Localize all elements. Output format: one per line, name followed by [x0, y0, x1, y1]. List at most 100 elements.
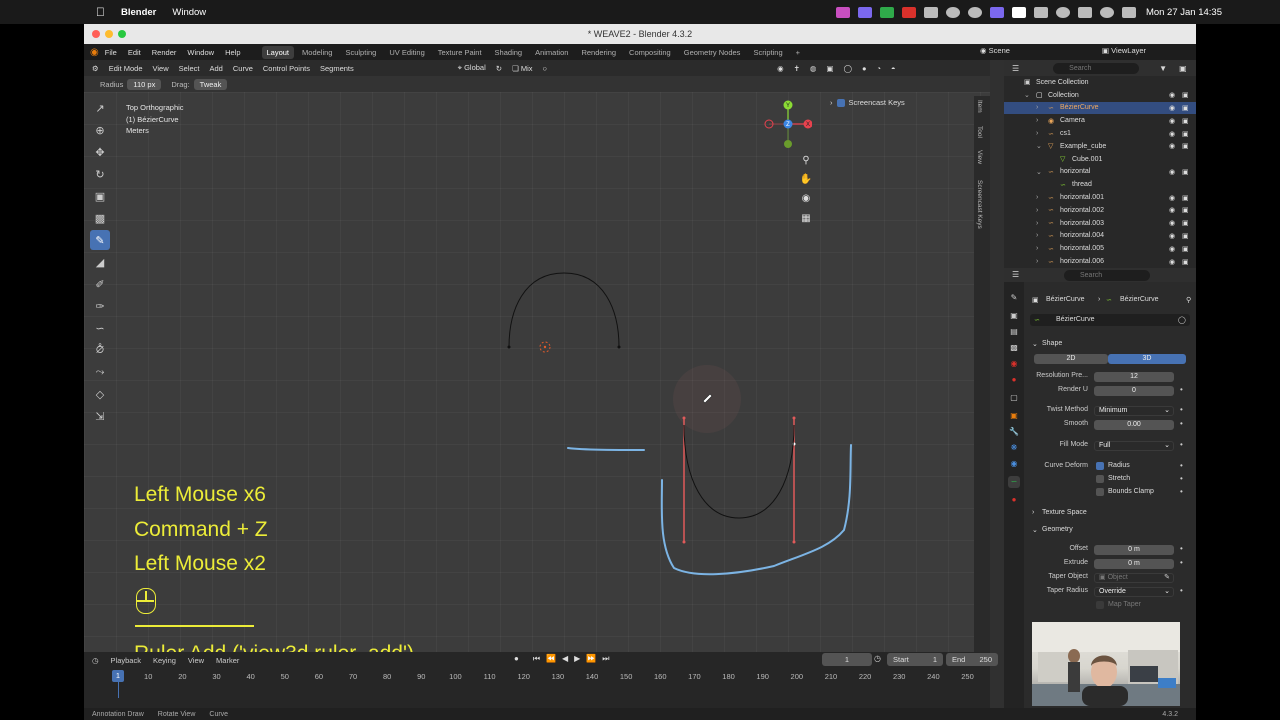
visibility-eye-icon[interactable]: ◉ [1169, 117, 1175, 125]
timeline-editor-type-icon[interactable]: ◷ [92, 656, 99, 665]
battery-icon[interactable] [1033, 6, 1048, 18]
ruler-endpoint[interactable] [682, 416, 686, 420]
editor-type-icon[interactable]: ⚙ [92, 64, 99, 73]
sidebar-tab-tool[interactable]: Tool [976, 126, 983, 138]
shading-wireframe-icon[interactable]: ◯ [844, 64, 852, 73]
current-frame-indicator[interactable]: 1 [112, 670, 124, 682]
bezier-curve-u[interactable] [683, 424, 795, 519]
jump-start-icon[interactable]: ⏮ [533, 654, 540, 664]
render-camera-icon[interactable]: ▣ [1182, 232, 1189, 240]
properties-editor-type-icon[interactable]: ☰ [1012, 270, 1019, 279]
status-app-icon[interactable] [901, 6, 916, 18]
visibility-eye-icon[interactable]: ◉ [1169, 91, 1175, 99]
zoom-window-button[interactable] [118, 30, 126, 38]
menu-render[interactable]: Render [152, 48, 177, 57]
workspace-tab-animation[interactable]: Animation [530, 46, 573, 59]
outliner-row[interactable]: › ∽ horizontal.003 ◉ ▣ [1004, 217, 1196, 230]
input-source-icon[interactable] [1011, 6, 1026, 18]
outliner-row[interactable]: › ∽ horizontal.004 ◉ ▣ [1004, 230, 1196, 243]
view-layer-tab-icon[interactable]: ▩ [1008, 342, 1020, 354]
scene-tab-icon[interactable]: ◉ [1008, 358, 1020, 370]
render-camera-icon[interactable]: ▣ [1182, 117, 1189, 125]
apple-icon[interactable]:  [96, 5, 105, 19]
visibility-eye-icon[interactable]: ◉ [1169, 219, 1175, 227]
overlay-toggle-icon[interactable]: ◍ [810, 64, 817, 73]
visibility-eye-icon[interactable]: ◉ [1169, 142, 1175, 150]
chevron-icon[interactable]: ⌄ [1036, 142, 1042, 150]
map-taper-checkbox[interactable] [1096, 601, 1104, 609]
stretch-checkbox[interactable] [1096, 475, 1104, 483]
ruler-endpoint[interactable] [792, 416, 796, 420]
bezier-curve-arch[interactable] [508, 272, 620, 348]
play-reverse-icon[interactable]: ◀ [562, 654, 568, 664]
shading-solid-icon[interactable]: ● [862, 64, 867, 73]
ruler-endpoint[interactable] [682, 540, 686, 544]
chevron-right-icon[interactable]: › [1032, 509, 1034, 516]
output-tab-icon[interactable]: ▤ [1008, 326, 1020, 338]
sidebar-tab-screencast-keys[interactable]: Screencast Keys [976, 180, 983, 229]
render-camera-icon[interactable]: ▣ [1182, 142, 1189, 150]
render-camera-icon[interactable]: ▣ [1182, 206, 1189, 214]
move-tool-icon[interactable]: ✥ [90, 142, 110, 162]
menu-keying[interactable]: Keying [153, 656, 176, 665]
close-window-button[interactable] [92, 30, 100, 38]
gizmo-neg-y-axis[interactable] [784, 140, 792, 148]
outliner-row[interactable]: › ∽ BézierCurve ◉ ▣ [1004, 101, 1196, 115]
menu-select[interactable]: Select [179, 64, 200, 73]
visibility-eye-icon[interactable]: ◉ [1169, 168, 1175, 176]
draw-tool-icon[interactable]: ✐ [90, 274, 110, 294]
annotate-tool-icon[interactable]: ✎ [90, 230, 110, 250]
curve-endpoint[interactable] [507, 345, 511, 349]
shape-panel-header[interactable]: Shape [1042, 340, 1062, 347]
curve-endpoint[interactable] [617, 345, 621, 349]
drag-selector[interactable]: Tweak [193, 78, 228, 90]
rotate-tool-icon[interactable]: ↻ [90, 164, 110, 184]
menu-app-name[interactable]: Blender [121, 7, 156, 18]
texture-space-panel-header[interactable]: Texture Space [1042, 509, 1087, 516]
workspace-tab-layout[interactable]: Layout [261, 45, 295, 59]
start-frame-field[interactable]: Start 1 [887, 653, 943, 666]
chevron-icon[interactable]: › [1036, 245, 1038, 252]
animate-property-icon[interactable]: • [1180, 405, 1183, 414]
render-camera-icon[interactable]: ▣ [1182, 194, 1189, 202]
workspace-tab-rendering[interactable]: Rendering [576, 46, 621, 59]
outliner-row[interactable]: ▣ Scene Collection [1004, 76, 1196, 89]
preview-range-icon[interactable]: ◷ [874, 654, 881, 663]
radius-tool-icon[interactable]: ⤳ [90, 362, 110, 382]
taper-object-field[interactable]: ▣ Object ✎ [1094, 573, 1174, 583]
status-app-icon[interactable] [989, 6, 1004, 18]
fake-user-icon[interactable]: ◯ [1178, 316, 1186, 324]
menu-file[interactable]: File [105, 48, 117, 57]
datablock-field[interactable]: ∽ BézierCurve ◯ [1030, 314, 1190, 326]
object-tab-icon[interactable]: ▣ [1008, 410, 1020, 422]
proportional-edit-icon[interactable]: ○ [543, 64, 548, 73]
tool-tab-icon[interactable]: ✎ [1008, 292, 1020, 304]
filter-icon[interactable]: ▼ [1159, 64, 1167, 73]
3d-viewport[interactable]: ⚙ Edit Mode View Select Add Curve Contro… [84, 60, 990, 652]
status-app-icon[interactable] [835, 6, 850, 18]
pen-tool-icon[interactable]: ✑ [90, 296, 110, 316]
outliner-row[interactable]: ∽ thread [1004, 178, 1196, 191]
outliner-row[interactable]: › ∽ cs1 ◉ ▣ [1004, 127, 1196, 140]
play-icon[interactable] [1055, 6, 1070, 18]
eyedropper-icon[interactable]: ✎ [1164, 574, 1170, 582]
outliner-row[interactable]: › ∽ horizontal.006 ◉ ▣ [1004, 255, 1196, 268]
annotation-stroke-u[interactable] [660, 444, 852, 576]
outliner[interactable]: ☰ Search ▼ ▣ ▣ Scene Collection ⌄ ▢ Collecti… [1004, 60, 1196, 268]
sidebar-tab-item[interactable]: Item [976, 100, 983, 113]
chevron-icon[interactable]: › [1036, 258, 1038, 265]
workspace-tab-uv-editing[interactable]: UV Editing [384, 46, 429, 59]
timeline-editor[interactable]: ◷ Playback Keying View Marker ● ⏮ ⏪ ◀ ▶ … [84, 652, 998, 708]
annotation-stroke-horizontal[interactable] [567, 447, 645, 451]
chevron-icon[interactable]: › [1036, 194, 1038, 201]
mode-selector[interactable]: Edit Mode [109, 64, 143, 73]
world-tab-icon[interactable]: ● [1008, 374, 1020, 386]
menu-control-points[interactable]: Control Points [263, 64, 310, 73]
scale-tool-icon[interactable]: ▣ [90, 186, 110, 206]
menu-add[interactable]: Add [210, 64, 223, 73]
particles-tab-icon[interactable]: ❋ [1008, 442, 1020, 454]
navigation-gizmo[interactable]: Y Z X [764, 100, 812, 148]
sidebar-tab-view[interactable]: View [976, 150, 983, 164]
outliner-row[interactable]: ⌄ ▽ Example_cube ◉ ▣ [1004, 140, 1196, 153]
visibility-eye-icon[interactable]: ◉ [1169, 245, 1175, 253]
